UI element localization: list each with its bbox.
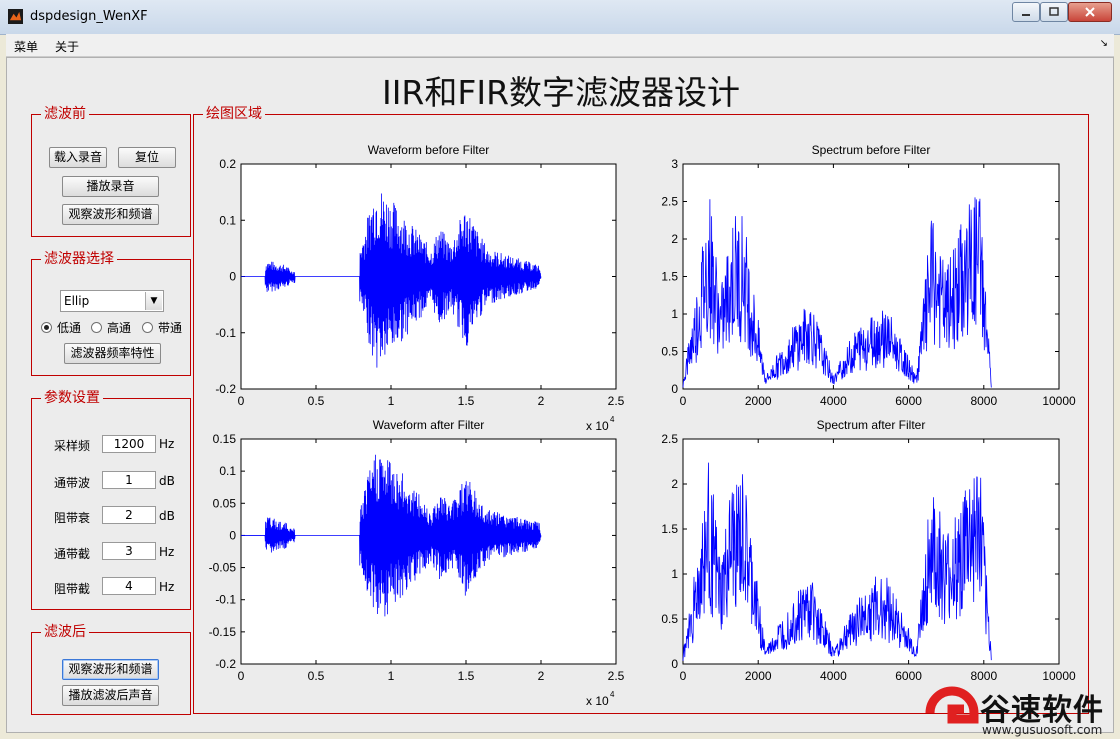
x-tick-label: 0.5 [308,394,325,408]
y-tick-label: 3 [671,157,678,171]
y-tick-label: 0.5 [661,345,678,359]
x-tick-label: 0 [680,669,687,683]
chart-title: Spectrum after Filter [817,418,926,432]
x-tick-label: 0 [238,394,245,408]
y-tick-label: 1.5 [661,522,678,536]
y-tick-label: -0.1 [215,326,236,340]
y-tick-label: 0.2 [219,157,236,171]
x-tick-label: 4000 [820,394,847,408]
y-tick-label: 0.05 [213,496,237,510]
x-tick-label: 2.5 [608,669,625,683]
x-tick-label: 1.5 [458,394,475,408]
x-multiplier-label: x 10 [586,694,609,708]
chart-0: Waveform before Filter 0 0.5 1 1.5 2 2.5 -0.2 -0… [215,143,624,433]
x-tick-label: 2 [538,394,545,408]
x-tick-label: 0 [238,669,245,683]
y-tick-label: 0 [229,528,236,542]
x-exponent-label: 4 [610,690,615,699]
x-tick-label: 1 [388,669,395,683]
chart-2: Waveform after Filter 0 0.5 1 1.5 2 2.5 -0.2 -0.… [209,418,625,708]
y-tick-label: -0.1 [215,593,236,607]
x-tick-label: 4000 [820,669,847,683]
y-tick-label: 1 [671,307,678,321]
y-tick-label: 2.5 [661,195,678,209]
y-tick-label: 0.1 [219,213,236,227]
y-tick-label: 0 [671,657,678,671]
y-tick-label: -0.05 [209,561,237,575]
y-tick-label: 2 [671,477,678,491]
y-tick-label: 0.5 [661,612,678,626]
x-tick-label: 0.5 [308,669,325,683]
y-tick-label: -0.2 [215,382,236,396]
chart-title: Waveform before Filter [368,143,490,157]
x-tick-label: 2 [538,669,545,683]
watermark: 谷速软件 www.gusuosoft.com [922,673,1120,739]
y-tick-label: 0 [229,270,236,284]
y-tick-label: 2.5 [661,432,678,446]
x-multiplier-label: x 10 [586,419,609,433]
y-tick-label: 0.1 [219,464,236,478]
x-exponent-label: 4 [610,415,615,424]
y-tick-label: 2 [671,232,678,246]
x-tick-label: 6000 [895,669,922,683]
x-tick-label: 2000 [745,394,772,408]
y-tick-label: 0 [671,382,678,396]
y-tick-label: 1 [671,567,678,581]
watermark-url: www.gusuosoft.com [982,723,1103,737]
x-tick-label: 8000 [970,394,997,408]
x-tick-label: 1.5 [458,669,475,683]
y-tick-label: -0.2 [215,657,236,671]
y-tick-label: -0.15 [209,625,237,639]
chart-3: Spectrum after Filter0 2000 4000 6000 8000 10… [661,418,1076,683]
x-tick-label: 10000 [1042,394,1076,408]
chart-title: Waveform after Filter [373,418,485,432]
app-window: dspdesign_WenXF 菜单 关于 ↘ IIR和FIR数字滤波器设计 滤… [0,0,1120,739]
chart-title: Spectrum before Filter [812,143,931,157]
x-tick-label: 1 [388,394,395,408]
chart-1: Spectrum before Filter 0 2000 4000 6000 8000 1… [661,143,1076,408]
plots-canvas: Waveform before Filter 0 0.5 1 1.5 2 2.5 -0.2 -0… [209,143,1076,708]
x-tick-label: 2000 [745,669,772,683]
x-tick-label: 2.5 [608,394,625,408]
y-tick-label: 1.5 [661,270,678,284]
y-tick-label: 0.15 [213,432,237,446]
x-tick-label: 0 [680,394,687,408]
x-tick-label: 6000 [895,394,922,408]
